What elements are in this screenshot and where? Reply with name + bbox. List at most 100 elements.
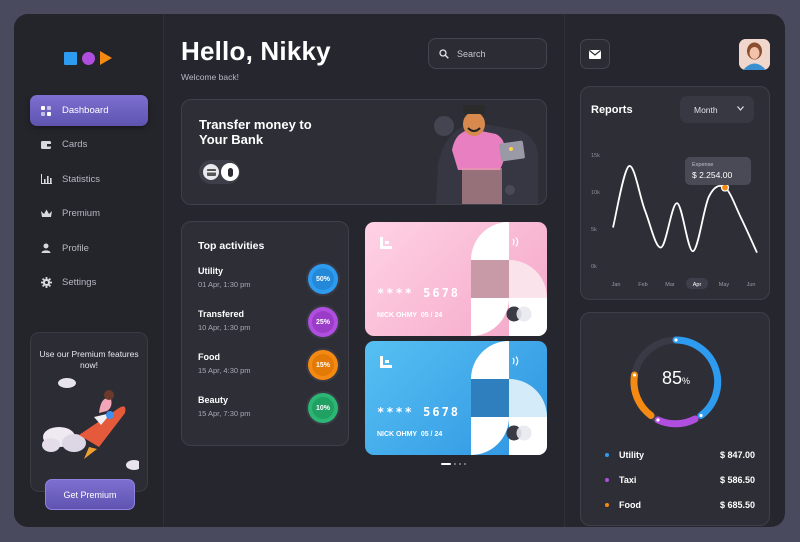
carousel-dot-active[interactable] (441, 463, 451, 465)
toggle-knob-icon (221, 163, 239, 181)
activity-item-utility[interactable]: Utility 01 Apr, 1:30 pm 50% (198, 264, 338, 296)
activity-item-transfered[interactable]: Transfered 10 Apr, 1:30 pm 25% (198, 307, 338, 339)
sidebar-item-premium[interactable]: Premium (30, 198, 148, 229)
sidebar-item-label: Profile (62, 242, 89, 254)
card-expiry: 05 / 24 (420, 312, 443, 319)
page-title: Hello, Nikky (181, 36, 331, 66)
grid-icon (40, 105, 52, 117)
card-holder: NICK OHMY 05 / 24 (377, 431, 442, 438)
x-tick-label: Apr (693, 282, 702, 288)
mail-button[interactable] (580, 39, 610, 69)
credit-card-blue[interactable]: **** 5678 NICK OHMY 05 / 24 (365, 341, 547, 455)
transfer-card[interactable]: Transfer money to Your Bank (181, 99, 547, 205)
x-tick-label: May (719, 282, 730, 288)
sidebar-item-profile[interactable]: Profile (30, 233, 148, 264)
legend-dot (605, 453, 609, 457)
activity-item-food[interactable]: Food 15 Apr, 4:30 pm 15% (198, 350, 338, 382)
y-tick-label: 10k (591, 190, 600, 196)
credit-card-pink[interactable]: **** 5678 NICK OHMY 05 / 24 (365, 222, 547, 336)
reports-line-chart[interactable]: 15k 10k 5k 0k Jan Feb Mar Apr May Jun Expense $ 2.2… (581, 127, 771, 299)
sidebar-item-label: Cards (62, 139, 88, 151)
welcome-subtitle: Welcome back! (181, 72, 239, 82)
gear-icon (40, 276, 52, 288)
highlight-point (720, 183, 730, 192)
app-window: Dashboard Cards Statistics Premium Profi… (14, 14, 785, 527)
legend-dot (605, 478, 609, 482)
spending-summary-panel: 85% Utility $ 847.00 Taxi $ 586.50 Food … (580, 312, 770, 526)
carousel-dot[interactable] (464, 463, 466, 465)
card-holder: NICK OHMY 05 / 24 (377, 312, 442, 319)
x-tick-label: Jun (747, 282, 756, 288)
card-number: **** 5678 (377, 286, 461, 300)
card-holder-name: NICK OHMY (377, 312, 417, 319)
logo-square (64, 51, 77, 65)
activity-percent-ring: 10% (308, 393, 338, 423)
sidebar: Dashboard Cards Statistics Premium Profi… (14, 14, 164, 527)
reports-title: Reports (591, 104, 633, 116)
user-photo (739, 39, 770, 70)
summary-item-taxi[interactable]: Taxi $ 586.50 (605, 473, 755, 487)
summary-item-name: Utility (619, 450, 645, 460)
period-value: Month (694, 104, 718, 115)
activity-percent: 25% (312, 311, 334, 333)
summary-percent-unit: % (682, 376, 691, 386)
crown-icon (40, 208, 52, 220)
activity-percent-ring: 15% (308, 350, 338, 380)
activity-item-beauty[interactable]: Beauty 15 Apr, 7:30 pm 10% (198, 393, 338, 425)
premium-promo-card: Use our Premium features now! Get Premiu… (30, 332, 148, 510)
x-tick-label: Mar (665, 282, 675, 288)
search-placeholder: Search (457, 48, 486, 59)
sidebar-item-statistics[interactable]: Statistics (30, 164, 148, 195)
user-icon (40, 242, 52, 254)
period-select[interactable]: Month (680, 96, 754, 123)
legend-dot (605, 503, 609, 507)
summary-item-amount: $ 847.00 (719, 450, 755, 460)
activity-percent-ring: 50% (308, 264, 338, 294)
logo-circle (82, 51, 95, 65)
avatar[interactable] (739, 39, 770, 70)
wallet-icon (40, 139, 52, 151)
bar-chart-icon (40, 173, 52, 185)
card-number: **** 5678 (377, 405, 461, 419)
summary-item-food[interactable]: Food $ 685.50 (605, 498, 755, 512)
activity-percent: 10% (312, 397, 334, 419)
contactless-icon (511, 355, 521, 370)
logo-triangle (100, 51, 112, 65)
sidebar-item-label: Premium (62, 208, 101, 220)
mastercard-icon (506, 425, 532, 441)
carousel-dot[interactable] (454, 463, 456, 465)
rocket-illustration (42, 378, 139, 470)
sidebar-item-dashboard[interactable]: Dashboard (30, 95, 148, 126)
summary-item-name: Food (619, 500, 641, 510)
activities-title: Top activities (198, 240, 265, 252)
card-holder-name: NICK OHMY (377, 431, 417, 438)
summary-item-utility[interactable]: Utility $ 847.00 (605, 448, 755, 462)
app-logo (64, 51, 112, 65)
summary-item-amount: $ 685.50 (719, 500, 755, 510)
carousel-dot[interactable] (459, 463, 461, 465)
reports-panel: Reports Month 15k 10k 5k 0k Jan Feb Mar Apr May J… (580, 86, 770, 300)
card-chip-icon (203, 164, 219, 180)
sidebar-item-label: Settings (62, 276, 97, 288)
tooltip-value: $ 2.254.00 (692, 170, 732, 180)
mail-icon (589, 49, 601, 59)
activity-percent: 50% (312, 268, 334, 290)
bank-logo-icon (380, 356, 392, 368)
card-expiry: 05 / 24 (420, 431, 443, 438)
promo-text: Use our Premium features now! (39, 349, 139, 370)
sidebar-item-settings[interactable]: Settings (30, 267, 148, 298)
transfer-toggle[interactable] (199, 160, 240, 184)
mastercard-icon (506, 306, 532, 322)
search-input[interactable]: Search (428, 38, 547, 69)
y-tick-label: 0k (591, 264, 597, 270)
activity-percent: 15% (312, 354, 334, 376)
chevron-down-icon (737, 104, 744, 113)
person-illustration (434, 105, 539, 204)
card-carousel-dots[interactable] (441, 463, 466, 465)
y-tick-label: 5k (591, 227, 597, 233)
activity-percent-ring: 25% (308, 307, 338, 337)
get-premium-button[interactable]: Get Premium (45, 479, 135, 510)
transfer-title: Transfer money to Your Bank (199, 117, 312, 147)
sidebar-item-cards[interactable]: Cards (30, 129, 148, 160)
summary-percent-value: 85 (661, 368, 682, 388)
